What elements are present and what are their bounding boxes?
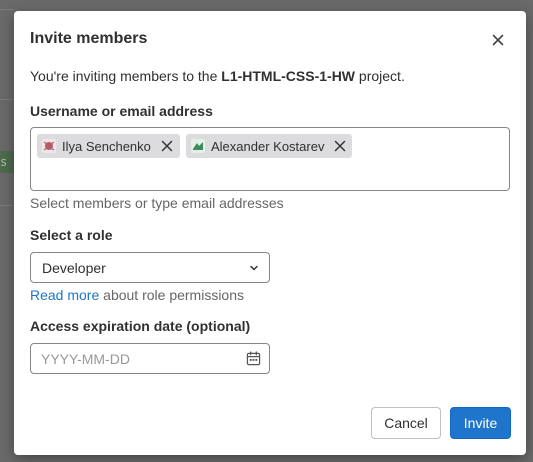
background-divider	[0, 9, 14, 10]
intro-suffix: project.	[355, 68, 405, 84]
intro-text: You're inviting members to the L1-HTML-C…	[30, 68, 405, 84]
role-selected-value: Developer	[42, 260, 106, 276]
project-name: L1-HTML-CSS-1-HW	[221, 68, 356, 84]
expiration-label: Access expiration date (optional)	[30, 318, 251, 334]
role-permissions-help: Read more about role permissions	[30, 287, 244, 303]
role-label: Select a role	[30, 227, 113, 243]
close-icon[interactable]	[332, 138, 348, 154]
modal-title: Invite members	[30, 30, 148, 47]
intro-prefix: You're inviting members to the	[30, 68, 222, 84]
invite-members-modal: Invite members You're inviting members t…	[14, 11, 526, 455]
cancel-button[interactable]: Cancel	[371, 407, 441, 439]
chevron-down-icon	[250, 265, 258, 271]
background-fragment: s f	[0, 151, 14, 173]
close-icon[interactable]	[488, 30, 508, 50]
background-divider	[0, 205, 14, 206]
close-icon[interactable]	[159, 138, 175, 154]
role-permissions-text: about role permissions	[99, 287, 245, 303]
members-label: Username or email address	[30, 103, 213, 119]
member-token-name: Ilya Senchenko	[62, 138, 151, 154]
expiration-date-field[interactable]	[30, 343, 270, 374]
avatar	[42, 139, 56, 153]
member-token: Alexander Kostarev	[186, 134, 352, 158]
role-select[interactable]: Developer	[30, 252, 270, 283]
members-help-text: Select members or type email addresses	[30, 195, 284, 211]
expiration-date-input[interactable]	[41, 350, 231, 368]
invite-button[interactable]: Invite	[450, 407, 511, 439]
members-token-input[interactable]: Ilya Senchenko Alexander Kostarev	[30, 127, 510, 191]
read-more-link[interactable]: Read more	[30, 287, 99, 303]
calendar-icon[interactable]	[246, 351, 261, 366]
member-token: Ilya Senchenko	[37, 134, 180, 158]
member-token-name: Alexander Kostarev	[211, 138, 325, 154]
background-divider	[0, 99, 14, 100]
avatar	[191, 139, 205, 153]
